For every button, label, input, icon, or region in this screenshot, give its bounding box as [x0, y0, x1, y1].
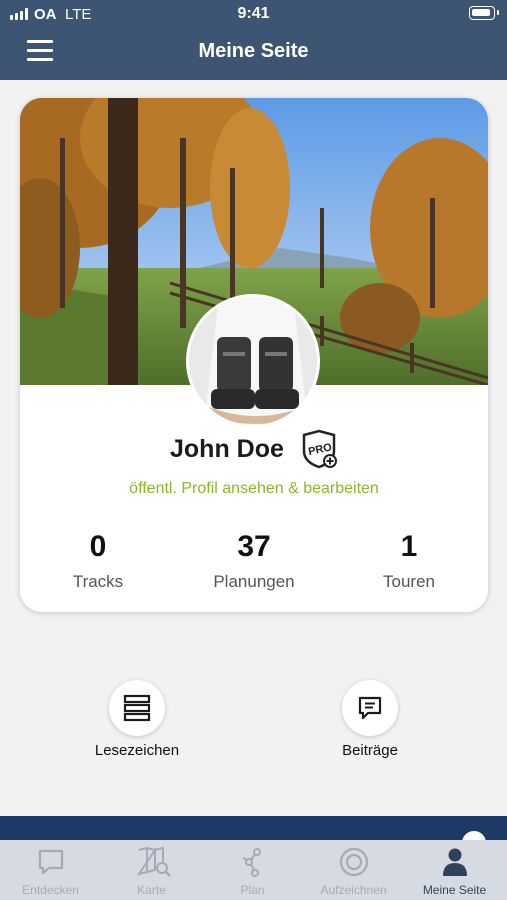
tab-karte[interactable]: Karte	[101, 840, 202, 900]
hiking-boots-photo	[189, 297, 317, 425]
record-icon	[339, 847, 369, 877]
stat-value: 1	[400, 530, 418, 563]
battery-icon	[469, 6, 499, 20]
name-row: John Doe PRO	[20, 429, 488, 473]
tab-plan[interactable]: Plan	[202, 840, 303, 900]
speech-bubble-icon	[342, 680, 398, 736]
profile-name: John Doe	[170, 435, 284, 463]
tab-label: Plan	[240, 883, 265, 897]
route-icon	[242, 848, 261, 877]
tab-label: Entdecken	[22, 883, 79, 897]
avatar[interactable]	[186, 294, 320, 428]
stat-touren[interactable]: 1 Touren	[339, 530, 479, 592]
tab-label: Meine Seite	[422, 883, 487, 897]
posts-label: Beiträge	[342, 742, 398, 759]
top-bar: OA LTE 9:41 Meine Seite	[0, 0, 507, 80]
stat-value: 0	[89, 530, 107, 563]
bookmark-list-icon	[109, 680, 165, 736]
map-search-icon	[136, 846, 171, 877]
tab-aufzeichnen[interactable]: Aufzeichnen	[303, 840, 404, 900]
status-bar: OA LTE 9:41	[0, 0, 507, 28]
stat-tracks[interactable]: 0 Tracks	[28, 530, 168, 592]
bookmarks-button[interactable]: Lesezeichen	[57, 680, 217, 759]
profile-card: John Doe PRO öffentl. Profil ansehen & b…	[20, 98, 488, 612]
chat-bubble-icon	[38, 849, 64, 875]
pro-plus-badge-icon: PRO	[300, 429, 338, 469]
tab-entdecken[interactable]: Entdecken	[0, 840, 101, 900]
page-title: Meine Seite	[198, 40, 309, 62]
view-profile-link[interactable]: öffentl. Profil ansehen & bearbeiten	[20, 480, 488, 498]
stat-label: Planungen	[213, 572, 295, 591]
stat-planungen[interactable]: 37 Planungen	[184, 530, 324, 592]
clock: 9:41	[237, 5, 270, 22]
tab-label: Karte	[137, 883, 166, 897]
person-icon	[443, 848, 467, 876]
tab-meine-seite[interactable]: Meine Seite	[404, 840, 505, 900]
recording-strip	[0, 816, 507, 840]
stat-label: Tracks	[72, 572, 124, 591]
tab-bar: Entdecken Karte Plan Aufzeichnen Meine S…	[0, 840, 507, 900]
tab-label: Aufzeichnen	[320, 883, 387, 897]
posts-button[interactable]: Beiträge	[290, 680, 450, 759]
stat-value: 37	[237, 530, 271, 563]
stat-label: Touren	[383, 572, 435, 591]
stats-row: 0 Tracks 37 Planungen 1 Touren	[20, 530, 488, 600]
bookmarks-label: Lesezeichen	[94, 742, 180, 759]
